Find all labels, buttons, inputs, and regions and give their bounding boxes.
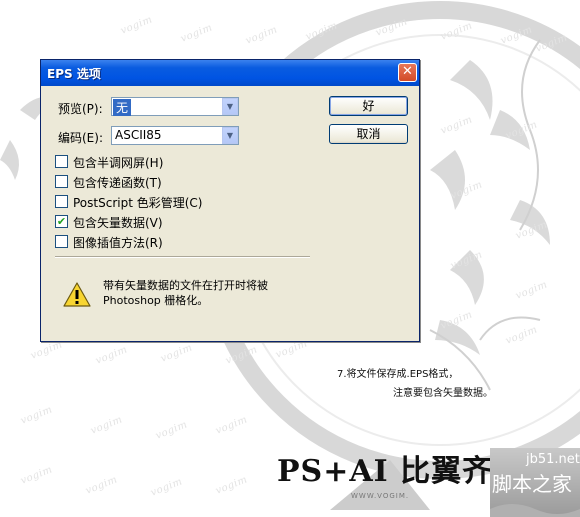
tutorial-step-caption: 7.将文件保存成.EPS格式， xyxy=(337,369,459,380)
tutorial-step-note: 注意要包含矢量数据。 xyxy=(393,388,493,399)
color-management-label: PostScript 色彩管理(C) xyxy=(73,196,203,210)
encoding-label: 编码(E): xyxy=(58,131,103,145)
warning-triangle-icon xyxy=(63,282,91,307)
preview-value: 无 xyxy=(113,99,132,116)
interpolation-checkbox[interactable] xyxy=(55,235,68,248)
chevron-down-icon[interactable]: ▼ xyxy=(222,127,238,144)
vector-data-label: 包含矢量数据(V) xyxy=(73,216,163,230)
logo-domain: jb51.net xyxy=(526,452,580,467)
interpolation-label: 图像插值方法(R) xyxy=(73,236,163,250)
cancel-button[interactable]: 取消 xyxy=(329,124,408,144)
halftone-label: 包含半调网屏(H) xyxy=(73,156,164,170)
close-icon: ✕ xyxy=(402,64,413,79)
transfer-function-label: 包含传递函数(T) xyxy=(73,176,162,190)
halftone-checkbox[interactable] xyxy=(55,155,68,168)
preview-label: 预览(P): xyxy=(58,102,103,116)
close-button[interactable]: ✕ xyxy=(398,63,417,82)
page-title: PS+AI 比翼齐 xyxy=(277,454,494,489)
chevron-down-icon[interactable]: ▼ xyxy=(222,98,238,115)
transfer-function-checkbox[interactable] xyxy=(55,175,68,188)
warning-message-line2: Photoshop 栅格化。 xyxy=(103,294,209,307)
logo-wave xyxy=(490,504,580,517)
dialog-title: EPS 选项 xyxy=(47,67,101,81)
color-management-checkbox[interactable] xyxy=(55,195,68,208)
site-url: WWW.VOGIM. xyxy=(351,492,410,500)
vector-data-checkbox[interactable]: ✔ xyxy=(55,215,68,228)
preview-select[interactable]: 无 ▼ xyxy=(111,97,239,116)
dialog-titlebar[interactable]: EPS 选项 ✕ xyxy=(41,60,419,86)
logo-name: 脚本之家 xyxy=(492,472,572,496)
divider xyxy=(55,256,310,258)
eps-options-dialog: EPS 选项 ✕ 预览(P): 无 ▼ 编码(E): ASCII85 ▼ 好 取… xyxy=(40,59,420,342)
warning-message-line1: 带有矢量数据的文件在打开时将被 xyxy=(103,279,268,292)
ok-button[interactable]: 好 xyxy=(329,96,408,116)
encoding-select[interactable]: ASCII85 ▼ xyxy=(111,126,239,145)
encoding-value: ASCII85 xyxy=(115,128,162,142)
